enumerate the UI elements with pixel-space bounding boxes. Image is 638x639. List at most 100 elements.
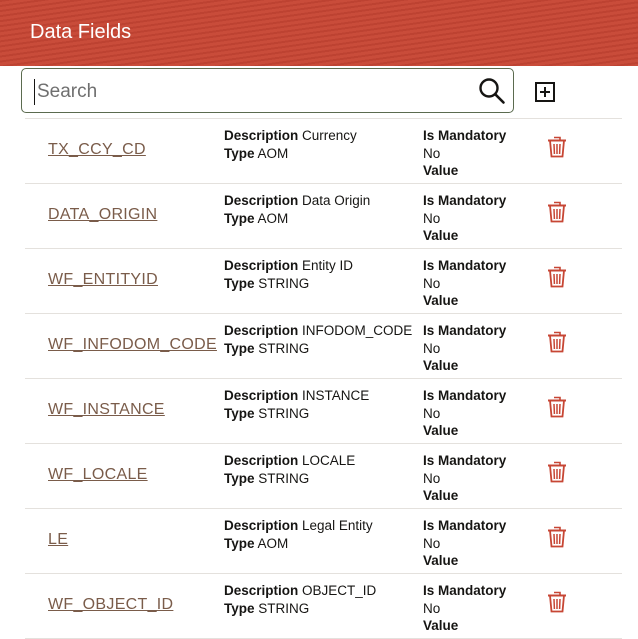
description-label: Description	[224, 388, 298, 403]
list-item: WF_INFODOM_CODE Description INFODOM_CODE…	[25, 314, 622, 379]
data-field-list: TX_CCY_CD Description Currency Type AOM …	[25, 118, 622, 639]
type-value: STRING	[258, 276, 309, 291]
type-value: STRING	[258, 406, 309, 421]
is-mandatory-label: Is Mandatory	[423, 517, 506, 535]
field-details: Description OBJECT_ID Type STRING	[224, 582, 376, 617]
field-mandatory: Is Mandatory No Value	[423, 192, 506, 245]
description-value: Legal Entity	[302, 518, 373, 533]
description-label: Description	[224, 518, 298, 533]
field-mandatory: Is Mandatory No Value	[423, 322, 506, 375]
header-bar: Data Fields	[0, 0, 638, 66]
value-label: Value	[423, 553, 458, 568]
list-item: WF_OBJECT_ID Description OBJECT_ID Type …	[25, 574, 622, 639]
field-name-link[interactable]: TX_CCY_CD	[48, 141, 146, 159]
description-value: Data Origin	[302, 193, 370, 208]
delete-icon[interactable]	[547, 591, 567, 613]
is-mandatory-value: No	[423, 470, 506, 488]
is-mandatory-label: Is Mandatory	[423, 452, 506, 470]
field-mandatory: Is Mandatory No Value	[423, 257, 506, 310]
description-value: INSTANCE	[302, 388, 369, 403]
field-name-link[interactable]: WF_OBJECT_ID	[48, 596, 173, 614]
search-input[interactable]	[34, 79, 459, 105]
description-label: Description	[224, 193, 298, 208]
list-item: DATA_ORIGIN Description Data Origin Type…	[25, 184, 622, 249]
type-label: Type	[224, 276, 255, 291]
description-value: INFODOM_CODE	[302, 323, 412, 338]
is-mandatory-label: Is Mandatory	[423, 127, 506, 145]
list-item: WF_INSTANCE Description INSTANCE Type ST…	[25, 379, 622, 444]
field-mandatory: Is Mandatory No Value	[423, 387, 506, 440]
description-value: LOCALE	[302, 453, 355, 468]
delete-icon[interactable]	[547, 136, 567, 158]
field-details: Description INSTANCE Type STRING	[224, 387, 369, 422]
field-mandatory: Is Mandatory No Value	[423, 127, 506, 180]
delete-icon[interactable]	[547, 331, 567, 353]
description-label: Description	[224, 453, 298, 468]
field-name-link[interactable]: WF_INFODOM_CODE	[48, 336, 217, 354]
is-mandatory-value: No	[423, 210, 506, 228]
description-label: Description	[224, 583, 298, 598]
value-label: Value	[423, 293, 458, 308]
value-label: Value	[423, 358, 458, 373]
field-name-link[interactable]: WF_ENTITYID	[48, 271, 158, 289]
type-label: Type	[224, 341, 255, 356]
delete-icon[interactable]	[547, 266, 567, 288]
field-name-link[interactable]: DATA_ORIGIN	[48, 206, 157, 224]
type-value: AOM	[258, 536, 289, 551]
value-label: Value	[423, 228, 458, 243]
delete-icon[interactable]	[547, 396, 567, 418]
list-item: WF_ENTITYID Description Entity ID Type S…	[25, 249, 622, 314]
field-details: Description LOCALE Type STRING	[224, 452, 355, 487]
delete-icon[interactable]	[547, 201, 567, 223]
add-field-icon[interactable]	[533, 80, 557, 104]
field-details: Description INFODOM_CODE Type STRING	[224, 322, 412, 357]
field-details: Description Entity ID Type STRING	[224, 257, 353, 292]
list-item: WF_LOCALE Description LOCALE Type STRING…	[25, 444, 622, 509]
is-mandatory-label: Is Mandatory	[423, 387, 506, 405]
field-mandatory: Is Mandatory No Value	[423, 517, 506, 570]
value-label: Value	[423, 618, 458, 633]
value-label: Value	[423, 163, 458, 178]
description-label: Description	[224, 323, 298, 338]
field-name-link[interactable]: WF_INSTANCE	[48, 401, 165, 419]
is-mandatory-value: No	[423, 405, 506, 423]
field-name-link[interactable]: LE	[48, 531, 68, 549]
description-label: Description	[224, 128, 298, 143]
description-value: Entity ID	[302, 258, 353, 273]
type-label: Type	[224, 536, 255, 551]
is-mandatory-value: No	[423, 600, 506, 618]
list-item: LE Description Legal Entity Type AOM Is …	[25, 509, 622, 574]
type-value: STRING	[258, 341, 309, 356]
delete-icon[interactable]	[547, 526, 567, 548]
is-mandatory-label: Is Mandatory	[423, 257, 506, 275]
type-value: AOM	[258, 146, 289, 161]
page-title: Data Fields	[30, 21, 131, 44]
is-mandatory-label: Is Mandatory	[423, 192, 506, 210]
list-item: TX_CCY_CD Description Currency Type AOM …	[25, 118, 622, 184]
search-box[interactable]	[21, 68, 514, 113]
search-icon[interactable]	[478, 77, 506, 105]
is-mandatory-value: No	[423, 275, 506, 293]
field-mandatory: Is Mandatory No Value	[423, 452, 506, 505]
field-details: Description Data Origin Type AOM	[224, 192, 370, 227]
description-label: Description	[224, 258, 298, 273]
is-mandatory-label: Is Mandatory	[423, 322, 506, 340]
type-value: STRING	[258, 471, 309, 486]
type-label: Type	[224, 211, 255, 226]
value-label: Value	[423, 488, 458, 503]
type-label: Type	[224, 406, 255, 421]
type-label: Type	[224, 146, 255, 161]
field-details: Description Currency Type AOM	[224, 127, 357, 162]
field-details: Description Legal Entity Type AOM	[224, 517, 373, 552]
value-label: Value	[423, 423, 458, 438]
is-mandatory-label: Is Mandatory	[423, 582, 506, 600]
is-mandatory-value: No	[423, 340, 506, 358]
type-value: AOM	[258, 211, 289, 226]
description-value: Currency	[302, 128, 357, 143]
field-name-link[interactable]: WF_LOCALE	[48, 466, 148, 484]
delete-icon[interactable]	[547, 461, 567, 483]
type-label: Type	[224, 601, 255, 616]
type-label: Type	[224, 471, 255, 486]
type-value: STRING	[258, 601, 309, 616]
is-mandatory-value: No	[423, 535, 506, 553]
